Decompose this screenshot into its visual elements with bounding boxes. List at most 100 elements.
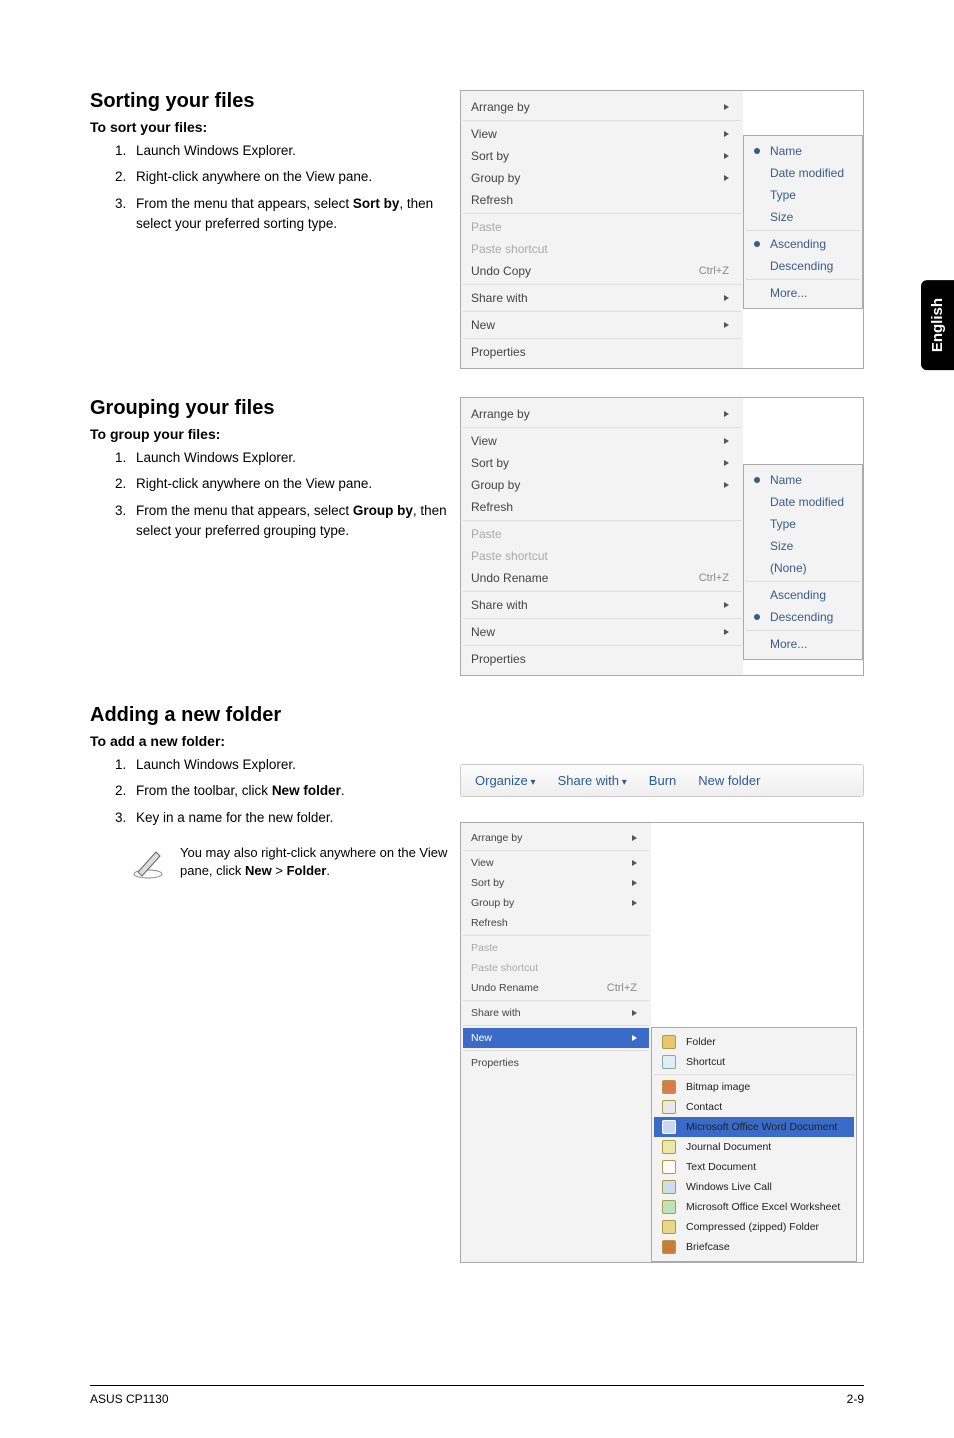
sorting-step1: Launch Windows Explorer. — [130, 141, 450, 161]
menu-undo-copy[interactable]: Undo CopyCtrl+Z — [463, 260, 741, 282]
menu-view[interactable]: View — [463, 430, 741, 452]
contact-icon — [662, 1100, 676, 1114]
word-icon — [662, 1120, 676, 1134]
folder-icon — [662, 1035, 676, 1049]
group-descending[interactable]: Descending — [746, 606, 860, 628]
new-folder[interactable]: Folder — [654, 1032, 854, 1052]
new-bitmap[interactable]: Bitmap image — [654, 1077, 854, 1097]
toolbar-new-folder[interactable]: New folder — [698, 773, 760, 788]
group-ascending[interactable]: Ascending — [746, 584, 860, 606]
sort-descending[interactable]: Descending — [746, 255, 860, 277]
group-name[interactable]: Name — [746, 469, 860, 491]
menu-sort-by[interactable]: Sort by — [463, 452, 741, 474]
sort-date-modified[interactable]: Date modified — [746, 162, 860, 184]
zip-icon — [662, 1220, 676, 1234]
sort-type[interactable]: Type — [746, 184, 860, 206]
menu-new[interactable]: New — [463, 1028, 649, 1048]
new-excel[interactable]: Microsoft Office Excel Worksheet — [654, 1197, 854, 1217]
radio-dot-icon — [754, 477, 760, 483]
new-briefcase[interactable]: Briefcase — [654, 1237, 854, 1257]
chevron-right-icon — [632, 860, 637, 866]
menu-new[interactable]: New — [463, 314, 741, 336]
group-more[interactable]: More... — [746, 633, 860, 655]
menu-group-by[interactable]: Group by — [463, 474, 741, 496]
sort-size[interactable]: Size — [746, 206, 860, 228]
menu-arrange-by[interactable]: Arrange by — [463, 96, 741, 118]
toolbar-burn[interactable]: Burn — [649, 773, 676, 788]
chevron-right-icon — [632, 1035, 637, 1041]
menu-new[interactable]: New — [463, 621, 741, 643]
new-zip[interactable]: Compressed (zipped) Folder — [654, 1217, 854, 1237]
grouping-heading: Grouping your files — [90, 397, 450, 420]
explorer-toolbar: Organize Share with Burn New folder — [460, 764, 864, 797]
menu-sort-by[interactable]: Sort by — [463, 873, 649, 893]
sorting-heading: Sorting your files — [90, 90, 450, 113]
new-word[interactable]: Microsoft Office Word Document — [654, 1117, 854, 1137]
chevron-right-icon — [632, 900, 637, 906]
chevron-right-icon — [724, 629, 729, 635]
new-journal[interactable]: Journal Document — [654, 1137, 854, 1157]
grouping-step2: Right-click anywhere on the View pane. — [130, 474, 450, 494]
live-call-icon — [662, 1180, 676, 1194]
menu-group-by[interactable]: Group by — [463, 893, 649, 913]
sorting-step2: Right-click anywhere on the View pane. — [130, 167, 450, 187]
menu-properties[interactable]: Properties — [463, 648, 741, 670]
menu-paste: Paste — [463, 216, 741, 238]
chevron-right-icon — [724, 295, 729, 301]
menu-properties[interactable]: Properties — [463, 341, 741, 363]
menu-arrange-by[interactable]: Arrange by — [463, 828, 649, 848]
new-submenu: Folder Shortcut Bitmap image Contact Mic… — [651, 1027, 857, 1262]
chevron-right-icon — [724, 175, 729, 181]
menu-group-by[interactable]: Group by — [463, 167, 741, 189]
radio-dot-icon — [754, 614, 760, 620]
menu-refresh[interactable]: Refresh — [463, 189, 741, 211]
new-contact[interactable]: Contact — [654, 1097, 854, 1117]
chevron-right-icon — [632, 880, 637, 886]
sorting-subhead: To sort your files: — [90, 119, 450, 135]
group-size[interactable]: Size — [746, 535, 860, 557]
group-type[interactable]: Type — [746, 513, 860, 535]
journal-icon — [662, 1140, 676, 1154]
group-date-modified[interactable]: Date modified — [746, 491, 860, 513]
radio-dot-icon — [754, 241, 760, 247]
chevron-right-icon — [724, 104, 729, 110]
toolbar-share-with[interactable]: Share with — [558, 773, 627, 788]
adding-step3: Key in a name for the new folder. — [130, 808, 450, 828]
menu-refresh[interactable]: Refresh — [463, 913, 649, 933]
adding-step2: From the toolbar, click New folder. — [130, 781, 450, 801]
adding-note: You may also right-click anywhere on the… — [180, 844, 450, 880]
menu-undo-rename[interactable]: Undo RenameCtrl+Z — [463, 567, 741, 589]
sort-more[interactable]: More... — [746, 282, 860, 304]
sort-submenu: Name Date modified Type Size Ascending D… — [743, 135, 863, 309]
menu-share-with[interactable]: Share with — [463, 287, 741, 309]
menu-share-with[interactable]: Share with — [463, 594, 741, 616]
menu-paste-shortcut: Paste shortcut — [463, 238, 741, 260]
toolbar-organize[interactable]: Organize — [475, 773, 536, 788]
menu-refresh[interactable]: Refresh — [463, 496, 741, 518]
chevron-right-icon — [724, 153, 729, 159]
new-live-call[interactable]: Windows Live Call — [654, 1177, 854, 1197]
chevron-right-icon — [724, 322, 729, 328]
footer-left: ASUS CP1130 — [90, 1392, 169, 1406]
group-context-menu: Arrange by View Sort by Group by Refresh… — [460, 397, 864, 676]
menu-arrange-by[interactable]: Arrange by — [463, 403, 741, 425]
menu-view[interactable]: View — [463, 123, 741, 145]
new-shortcut[interactable]: Shortcut — [654, 1052, 854, 1072]
menu-undo-rename[interactable]: Undo RenameCtrl+Z — [463, 978, 649, 998]
menu-paste: Paste — [463, 938, 649, 958]
menu-share-with[interactable]: Share with — [463, 1003, 649, 1023]
chevron-right-icon — [724, 460, 729, 466]
sort-ascending[interactable]: Ascending — [746, 233, 860, 255]
adding-step1: Launch Windows Explorer. — [130, 755, 450, 775]
menu-sort-by[interactable]: Sort by — [463, 145, 741, 167]
new-text[interactable]: Text Document — [654, 1157, 854, 1177]
chevron-right-icon — [724, 602, 729, 608]
menu-view[interactable]: View — [463, 853, 649, 873]
menu-properties[interactable]: Properties — [463, 1053, 649, 1073]
sort-name[interactable]: Name — [746, 140, 860, 162]
group-none[interactable]: (None) — [746, 557, 860, 579]
grouping-subhead: To group your files: — [90, 426, 450, 442]
group-submenu: Name Date modified Type Size (None) Asce… — [743, 464, 863, 660]
grouping-step1: Launch Windows Explorer. — [130, 448, 450, 468]
text-icon — [662, 1160, 676, 1174]
